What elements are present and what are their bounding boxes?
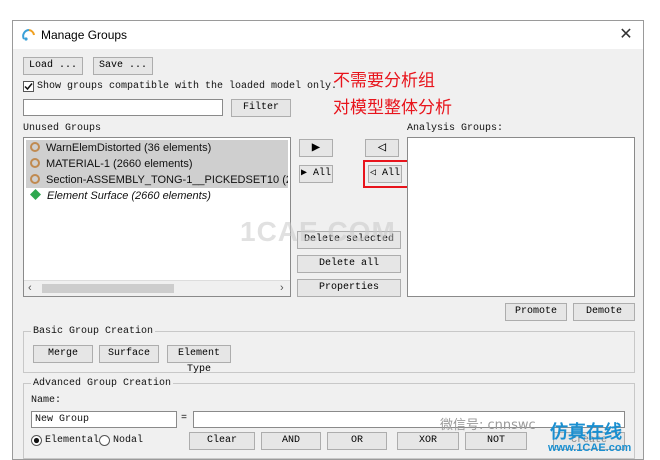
analysis-groups-list[interactable] bbox=[407, 137, 635, 297]
scroll-right-icon[interactable]: › bbox=[280, 282, 284, 294]
show-compatible-label: Show groups compatible with the loaded m… bbox=[37, 81, 338, 92]
filter-input[interactable] bbox=[23, 99, 223, 116]
ring-icon bbox=[30, 174, 40, 184]
close-button[interactable]: ✕ bbox=[613, 23, 639, 47]
properties-button[interactable]: Properties bbox=[297, 279, 401, 297]
clear-button[interactable]: Clear bbox=[189, 432, 255, 450]
nodal-label: Nodal bbox=[113, 435, 144, 446]
scrollbar-thumb[interactable] bbox=[42, 284, 174, 293]
title-bar: Manage Groups ✕ bbox=[13, 21, 643, 49]
group-name-input[interactable]: New Group bbox=[31, 411, 177, 428]
basic-group-creation-heading: Basic Group Creation bbox=[31, 326, 156, 337]
annotation-line-2: 对模型整体分析 bbox=[333, 98, 452, 118]
horizontal-scrollbar[interactable]: ‹ › bbox=[24, 280, 290, 296]
not-button[interactable]: NOT bbox=[465, 432, 527, 450]
demote-button[interactable]: Demote bbox=[573, 303, 635, 321]
advanced-group-creation-heading: Advanced Group Creation bbox=[31, 378, 174, 389]
scroll-left-icon[interactable]: ‹ bbox=[28, 282, 32, 294]
watermark-wechat: 微信号: cnnswc bbox=[440, 418, 536, 433]
nodal-radio[interactable] bbox=[99, 435, 110, 446]
name-label: Name: bbox=[31, 395, 62, 406]
merge-button[interactable]: Merge bbox=[33, 345, 93, 363]
ring-icon bbox=[30, 158, 40, 168]
promote-button[interactable]: Promote bbox=[505, 303, 567, 321]
list-item-label: Section-ASSEMBLY_TONG-1__PICKEDSET10 (26… bbox=[46, 174, 288, 186]
app-icon bbox=[22, 29, 35, 41]
highlight-box bbox=[363, 160, 411, 188]
surface-button[interactable]: Surface bbox=[99, 345, 159, 363]
watermark-site-url: www.1CAE.com bbox=[548, 442, 632, 454]
filter-button[interactable]: Filter bbox=[231, 99, 291, 117]
add-one-button[interactable]: ▶ bbox=[299, 139, 333, 157]
and-button[interactable]: AND bbox=[261, 432, 321, 450]
window-title: Manage Groups bbox=[41, 28, 128, 42]
list-item-label: MATERIAL-1 (2660 elements) bbox=[46, 158, 193, 170]
watermark-center: 1CAE.COM bbox=[240, 216, 396, 247]
list-item[interactable]: MATERIAL-1 (2660 elements) bbox=[26, 156, 288, 172]
analysis-groups-heading: Analysis Groups: bbox=[407, 123, 504, 134]
list-item-label: WarnElemDistorted (36 elements) bbox=[46, 142, 212, 154]
element-type-button[interactable]: Element Type bbox=[167, 345, 231, 375]
add-all-button[interactable]: ▶ All bbox=[299, 165, 333, 183]
remove-one-button[interactable]: ◁ bbox=[365, 139, 399, 157]
equals-label: = bbox=[181, 413, 188, 424]
load-button[interactable]: Load ... bbox=[23, 57, 83, 75]
unused-groups-heading: Unused Groups bbox=[23, 123, 102, 134]
watermark-site-cn: 仿真在线 bbox=[550, 422, 622, 443]
or-button[interactable]: OR bbox=[327, 432, 387, 450]
elemental-label: Elemental bbox=[45, 435, 100, 446]
show-compatible-checkbox[interactable] bbox=[23, 81, 34, 92]
save-button[interactable]: Save ... bbox=[93, 57, 153, 75]
ring-icon bbox=[30, 142, 40, 152]
gem-icon bbox=[30, 189, 41, 200]
annotation-line-1: 不需要分析组 bbox=[333, 71, 435, 91]
list-item[interactable]: WarnElemDistorted (36 elements) bbox=[26, 140, 288, 156]
list-item-label: Element Surface (2660 elements) bbox=[47, 190, 211, 202]
list-item[interactable]: Section-ASSEMBLY_TONG-1__PICKEDSET10 (26… bbox=[26, 172, 288, 188]
list-item[interactable]: Element Surface (2660 elements) bbox=[26, 188, 288, 204]
xor-button[interactable]: XOR bbox=[397, 432, 459, 450]
elemental-radio[interactable] bbox=[31, 435, 42, 446]
delete-all-button[interactable]: Delete all bbox=[297, 255, 401, 273]
